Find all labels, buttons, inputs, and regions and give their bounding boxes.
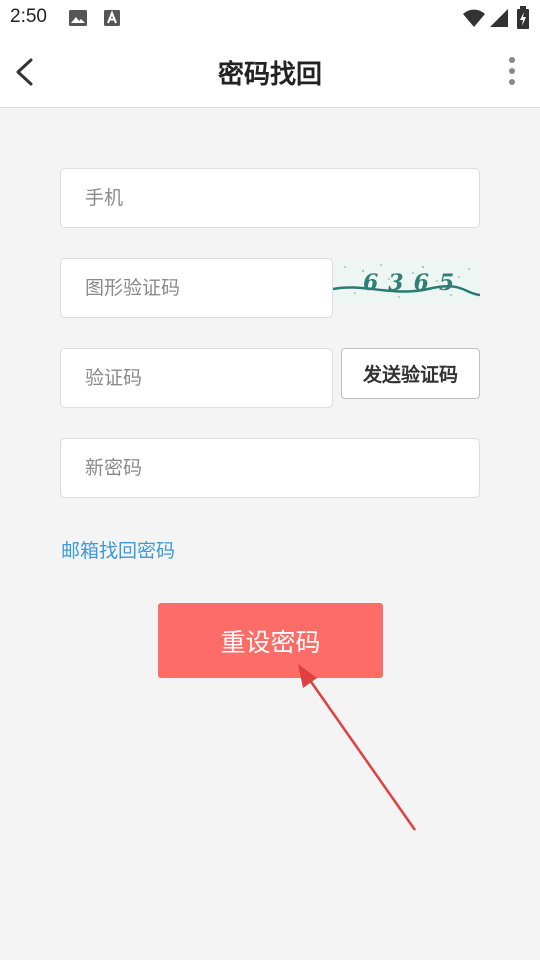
signal-icon — [490, 9, 508, 27]
phone-field[interactable] — [60, 168, 480, 228]
status-time: 2:50 — [10, 6, 47, 27]
text-a-icon — [104, 10, 120, 26]
status-bar: 2:50 — [0, 0, 540, 36]
more-vertical-icon — [509, 57, 515, 85]
email-recovery-link[interactable]: 邮箱找回密码 — [61, 536, 175, 563]
captcha-input[interactable] — [85, 277, 332, 299]
sms-code-input[interactable] — [85, 367, 332, 389]
captcha-field[interactable] — [60, 258, 333, 318]
battery-icon — [517, 6, 529, 29]
captcha-image[interactable]: 6365 — [333, 259, 480, 303]
new-password-field[interactable] — [60, 438, 480, 498]
image-icon — [69, 10, 87, 26]
more-options-button[interactable] — [504, 54, 520, 90]
send-code-button[interactable]: 发送验证码 — [341, 348, 480, 399]
sms-code-field[interactable] — [60, 348, 333, 408]
captcha-graphic: 6365 — [333, 264, 480, 298]
reset-password-button[interactable]: 重设密码 — [158, 603, 383, 678]
captcha-text: 6365 — [363, 270, 464, 296]
app-header: 密码找回 — [0, 36, 540, 108]
new-password-input[interactable] — [85, 457, 479, 479]
page-title: 密码找回 — [217, 60, 322, 90]
phone-input[interactable] — [85, 187, 479, 209]
wifi-icon — [463, 9, 485, 27]
